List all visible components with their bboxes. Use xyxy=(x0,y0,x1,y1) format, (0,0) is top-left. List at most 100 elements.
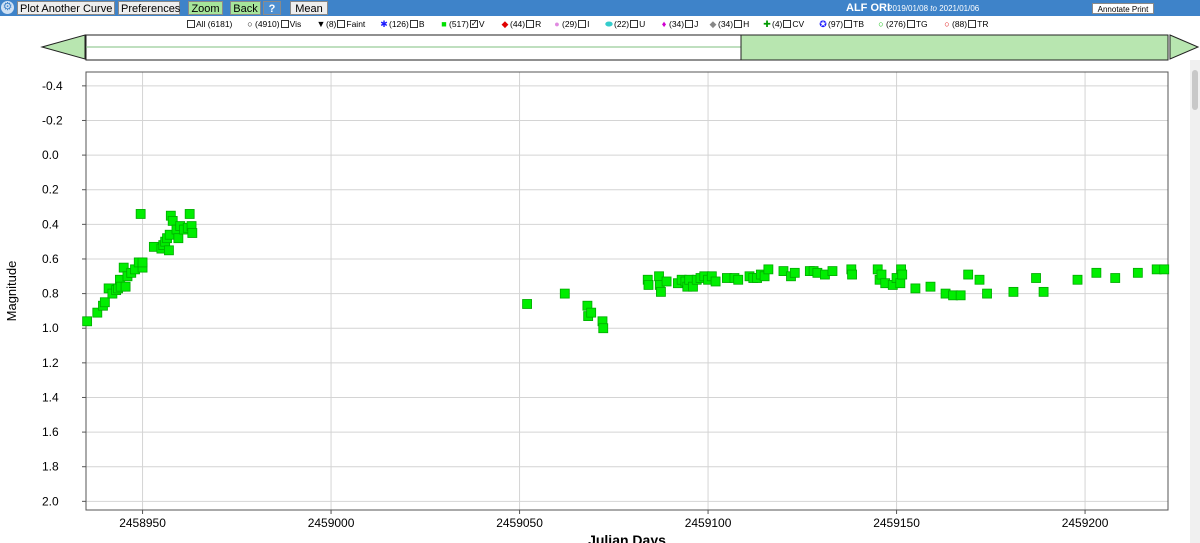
legend-symbol-tr-icon: ○ xyxy=(944,19,950,29)
legend-item-v[interactable]: ■(517) V xyxy=(439,18,485,30)
legend-item-all[interactable]: All (6181) xyxy=(186,18,232,30)
y-tick-label: -0.4 xyxy=(42,79,63,93)
legend-checkbox-vis[interactable] xyxy=(280,20,289,28)
data-point[interactable] xyxy=(897,269,908,280)
data-point[interactable] xyxy=(586,307,597,318)
data-point[interactable] xyxy=(598,323,609,334)
y-tick-label: 1.2 xyxy=(42,356,59,370)
data-point[interactable] xyxy=(135,209,146,219)
legend-checkbox-i[interactable] xyxy=(578,20,587,28)
data-point[interactable] xyxy=(876,269,887,280)
data-point[interactable] xyxy=(910,283,921,294)
data-points[interactable] xyxy=(82,209,1170,334)
data-point[interactable] xyxy=(982,288,992,299)
y-axis-label: Magnitude xyxy=(4,261,19,322)
data-point[interactable] xyxy=(187,228,198,238)
legend-item-tr[interactable]: ○ (88) TR xyxy=(942,18,988,30)
data-point[interactable] xyxy=(559,288,570,299)
data-point[interactable] xyxy=(827,266,838,276)
x-tick-label: 2458950 xyxy=(119,516,166,530)
legend-checkbox-h[interactable] xyxy=(734,20,743,28)
back-button[interactable]: Back xyxy=(230,1,261,15)
gear-icon[interactable]: ⚙ xyxy=(1,1,14,14)
legend-item-vis[interactable]: ○ (4910) Vis xyxy=(245,18,301,30)
data-point[interactable] xyxy=(925,281,936,292)
data-point[interactable] xyxy=(955,290,966,301)
data-point[interactable] xyxy=(522,299,532,309)
legend-symbol-j-icon: ♦ xyxy=(661,19,667,29)
data-point[interactable] xyxy=(1132,267,1143,278)
annotate-print-button[interactable]: Annotate Print xyxy=(1092,3,1154,14)
data-point[interactable] xyxy=(1072,274,1083,285)
data-point[interactable] xyxy=(99,297,110,308)
scrollbar-thumb[interactable] xyxy=(1192,70,1198,110)
plot-another-curve-button[interactable]: Plot Another Curve xyxy=(17,1,115,15)
legend-symbol-h-icon: ◆ xyxy=(709,19,717,29)
data-point[interactable] xyxy=(120,281,131,292)
mean-button[interactable]: Mean xyxy=(290,1,328,15)
data-point[interactable] xyxy=(184,209,195,219)
data-point[interactable] xyxy=(710,276,721,287)
light-curve-chart[interactable]: -0.4 -0.2 0.0 0.2 0.4 0.6 0.8 1.0 1.2 1.4 1.6 1.8 2.… xyxy=(0,62,1190,543)
y-tick-label: -0.2 xyxy=(42,113,63,127)
legend-count-j: (34) xyxy=(669,19,685,29)
legend-checkbox-v[interactable] xyxy=(469,18,478,30)
legend-checkbox-tr[interactable] xyxy=(968,20,977,28)
data-point[interactable] xyxy=(1008,286,1019,297)
data-point[interactable] xyxy=(661,276,672,287)
data-point[interactable] xyxy=(895,278,906,289)
legend-item-tg[interactable]: ○ (276) TG xyxy=(876,18,927,30)
data-point[interactable] xyxy=(733,274,744,285)
legend-item-r[interactable]: ◆ (44) R xyxy=(500,18,542,30)
data-point[interactable] xyxy=(789,267,800,278)
legend-checkbox-tb[interactable] xyxy=(844,20,853,28)
legend-item-i[interactable]: ● (29) I xyxy=(552,18,589,30)
data-point[interactable] xyxy=(1091,267,1102,278)
date-to: 2021/01/06 xyxy=(939,4,980,13)
legend-checkbox-u[interactable] xyxy=(630,20,639,28)
data-point[interactable] xyxy=(963,269,974,280)
zoom-button[interactable]: Zoom xyxy=(188,1,223,15)
legend-checkbox-tg[interactable] xyxy=(906,20,915,28)
slider-selection[interactable] xyxy=(740,34,1169,61)
legend-checkbox-b[interactable] xyxy=(409,20,418,28)
data-point[interactable] xyxy=(1031,273,1041,283)
legend-item-cv[interactable]: ✚ (4) CV xyxy=(762,18,804,30)
page-scrollbar[interactable] xyxy=(1190,60,1200,543)
data-point[interactable] xyxy=(82,316,93,327)
legend-item-tb[interactable]: ✪ (97) TB xyxy=(818,18,864,30)
data-point[interactable] xyxy=(164,245,174,256)
slider-right-arrow-icon[interactable] xyxy=(1169,34,1200,60)
data-point[interactable] xyxy=(656,286,666,297)
date-range-slider[interactable] xyxy=(0,32,1200,62)
legend-checkbox-faint[interactable] xyxy=(337,20,346,28)
data-point[interactable] xyxy=(763,264,774,275)
legend-item-faint[interactable]: ▼ (8) Faint xyxy=(316,18,366,30)
data-point[interactable] xyxy=(643,280,654,290)
slider-left-arrow-icon[interactable] xyxy=(40,34,86,60)
data-point[interactable] xyxy=(173,233,184,244)
legend-checkbox-r[interactable] xyxy=(526,20,535,28)
preferences-button[interactable]: Preferences xyxy=(118,1,180,15)
y-tick-label: 2.0 xyxy=(42,494,59,508)
data-point[interactable] xyxy=(974,274,985,285)
chart-grid xyxy=(86,72,1168,510)
legend-item-b[interactable]: ✱ (126) B xyxy=(379,18,424,30)
data-point[interactable] xyxy=(1038,286,1049,297)
help-button[interactable]: ? xyxy=(263,1,281,15)
legend-checkbox-cv[interactable] xyxy=(783,20,792,28)
legend-item-h[interactable]: ◆ (34) H xyxy=(708,18,750,30)
toolbar: ⚙ Plot Another Curve Preferences Zoom Ba… xyxy=(0,0,1200,16)
legend-checkbox-all[interactable] xyxy=(187,20,195,28)
legend-label-v: V xyxy=(478,19,485,29)
legend-symbol-tg-icon: ○ xyxy=(878,19,884,29)
legend-item-u[interactable]: ⬬ (22) U xyxy=(604,18,645,30)
data-point[interactable] xyxy=(1110,273,1121,283)
data-point[interactable] xyxy=(137,257,148,268)
legend-checkbox-j[interactable] xyxy=(685,20,694,28)
legend-symbol-vis-icon: ○ xyxy=(247,19,253,29)
data-point[interactable] xyxy=(847,269,857,280)
data-point[interactable] xyxy=(1159,264,1170,275)
date-separator: to xyxy=(930,4,937,13)
legend-item-j[interactable]: ♦ (34) J xyxy=(659,18,699,30)
